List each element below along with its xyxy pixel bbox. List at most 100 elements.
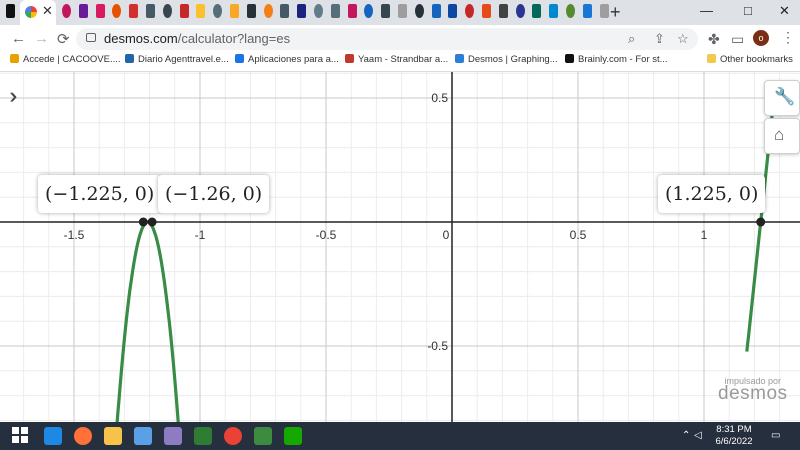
close-window-button[interactable]: ✕ xyxy=(779,3,790,19)
taskbar-app-icon[interactable] xyxy=(44,427,62,445)
reload-icon[interactable]: ⟳ xyxy=(57,30,70,48)
bookmark-item[interactable]: Aplicaciones para a... xyxy=(235,54,339,65)
tab-favicon-icon[interactable] xyxy=(162,4,172,18)
share-icon[interactable]: ⇪ xyxy=(654,31,665,47)
profile-avatar[interactable]: o xyxy=(753,30,769,46)
bookmark-item[interactable]: Desmos | Graphing... xyxy=(455,54,558,65)
graph-canvas[interactable]: -1.5-1-0.500.510.5-0.5 ›› 🔧 ⌂ (−1.225, 0… xyxy=(0,72,800,422)
tab-favicon-icon[interactable] xyxy=(62,4,71,18)
tab-favicon-icon[interactable] xyxy=(515,4,525,18)
tab-favicon-icon[interactable] xyxy=(297,4,307,18)
tab-favicon-icon[interactable] xyxy=(129,4,139,18)
tab-favicon-icon[interactable] xyxy=(414,4,424,18)
taskbar-app-icon[interactable] xyxy=(104,427,122,445)
x-tick-label: -1.5 xyxy=(64,228,85,242)
taskbar-app-icon[interactable] xyxy=(134,427,152,445)
tab-favicon-icon[interactable] xyxy=(347,4,357,18)
taskbar-clock[interactable]: 8:31 PM 6/6/2022 xyxy=(706,424,762,448)
tab-desmos-active[interactable]: ✕ xyxy=(20,0,56,25)
zoom-search-icon[interactable]: ⌕ xyxy=(628,31,635,47)
x-tick-label: 0.5 xyxy=(570,228,587,242)
tab-favicon-icon[interactable] xyxy=(246,4,256,18)
chrome-menu-icon[interactable]: ⋮ xyxy=(781,29,795,46)
tab-favicon-icon[interactable] xyxy=(213,4,223,18)
tray-chevron-icon[interactable]: ⌃ xyxy=(682,430,690,441)
tab-favicon-icon[interactable] xyxy=(398,4,407,18)
tab-favicon-icon[interactable] xyxy=(482,4,491,18)
y-tick-label: 0.5 xyxy=(431,91,448,105)
minimize-button[interactable]: — xyxy=(700,3,713,18)
taskbar-app-icon[interactable] xyxy=(284,427,302,445)
x-tick-label: -1 xyxy=(195,228,206,242)
tab-favicon-icon[interactable] xyxy=(146,4,155,18)
default-viewport-button[interactable]: ⌂ xyxy=(764,118,800,154)
tab-favicon-icon[interactable] xyxy=(78,4,88,18)
bookmark-favicon-icon xyxy=(235,54,244,63)
tab-favicon-icon[interactable] xyxy=(431,4,441,18)
new-tab-button[interactable]: + xyxy=(610,2,621,23)
tab-favicon-icon[interactable] xyxy=(179,4,189,18)
extensions-puzzle-icon[interactable]: ✤ xyxy=(708,31,720,48)
point-label[interactable]: (1.225, 0) xyxy=(658,175,766,213)
tab-favicon-icon[interactable] xyxy=(465,4,475,18)
tab-favicon-icon[interactable] xyxy=(582,4,592,18)
tab-favicon-icon[interactable] xyxy=(498,4,508,18)
graph-paper[interactable]: -1.5 -1 -0.5 0 0.5 1 0.5 -0.5 xyxy=(0,72,800,422)
browser-toolbar: ← → ⟳ desmos.com/calculator?lang=es ⌕ ⇪ … xyxy=(0,25,800,53)
address-bar[interactable]: desmos.com/calculator?lang=es ⌕ ⇪ ☆ xyxy=(76,28,698,50)
point-label[interactable]: (−1.225, 0) xyxy=(38,175,162,213)
tab-favicon-icon[interactable] xyxy=(599,4,609,18)
url-text[interactable]: desmos.com/calculator?lang=es xyxy=(104,31,290,46)
tab-pinned-favicon[interactable] xyxy=(6,4,15,18)
windows-taskbar: ⌃ ◁ 8:31 PM 6/6/2022 ▭ xyxy=(0,422,800,450)
taskbar-app-icon[interactable] xyxy=(164,427,182,445)
taskbar-app-icon[interactable] xyxy=(194,427,212,445)
tab-favicon-icon[interactable] xyxy=(314,4,323,18)
point-marker xyxy=(147,217,157,227)
y-tick-label: -0.5 xyxy=(427,339,448,353)
tab-favicon-icon[interactable] xyxy=(95,4,105,18)
graph-settings-button[interactable]: 🔧 xyxy=(764,80,800,116)
tab-favicon-icon[interactable] xyxy=(280,4,290,18)
point-marker xyxy=(756,217,766,227)
tab-favicon-icon[interactable] xyxy=(381,4,391,18)
home-icon: ⌂ xyxy=(774,125,785,144)
x-tick-label: -0.5 xyxy=(316,228,337,242)
tab-favicon-icon[interactable] xyxy=(549,4,559,18)
point-marker xyxy=(138,217,148,227)
bookmark-item[interactable]: Brainly.com - For st... xyxy=(565,54,668,65)
bookmark-star-icon[interactable]: ☆ xyxy=(677,31,689,47)
close-tab-icon[interactable]: ✕ xyxy=(42,3,53,19)
google-favicon-icon xyxy=(25,6,37,18)
other-bookmarks[interactable]: Other bookmarks xyxy=(707,54,793,65)
tab-favicon-icon[interactable] xyxy=(230,4,239,18)
notifications-icon[interactable]: ▭ xyxy=(771,430,780,441)
taskbar-app-icon[interactable] xyxy=(224,427,242,445)
tab-favicon-icon[interactable] xyxy=(330,4,340,18)
x-tick-label: 1 xyxy=(701,228,708,242)
forward-arrow-icon[interactable]: → xyxy=(34,30,49,47)
taskbar-app-icon[interactable] xyxy=(74,427,92,445)
side-panel-icon[interactable]: ▭ xyxy=(731,31,744,48)
tab-favicon-icon[interactable] xyxy=(196,4,206,18)
tab-favicon-icon[interactable] xyxy=(566,4,575,18)
taskbar-app-icon[interactable] xyxy=(254,427,272,445)
tab-favicon-icon[interactable] xyxy=(448,4,458,18)
lock-icon xyxy=(86,33,96,42)
tab-favicon-icon[interactable] xyxy=(532,4,542,18)
tab-favicon-icon[interactable] xyxy=(263,4,273,18)
bookmark-favicon-icon xyxy=(345,54,354,63)
back-arrow-icon[interactable]: ← xyxy=(11,30,26,47)
folder-icon xyxy=(707,54,716,63)
tab-strip: ✕ + — □ ✕ xyxy=(0,0,800,25)
volume-icon[interactable]: ◁ xyxy=(694,430,702,441)
bookmarks-bar: Accede | CACOOVE.... Diario Agenttravel.… xyxy=(0,53,800,72)
tab-favicon-icon[interactable] xyxy=(112,4,122,18)
tab-favicon-icon[interactable] xyxy=(364,4,374,18)
point-label[interactable]: (−1.26, 0) xyxy=(158,175,270,213)
maximize-button[interactable]: □ xyxy=(744,3,752,18)
windows-start-icon[interactable] xyxy=(12,427,30,445)
bookmark-item[interactable]: Yaam - Strandbar a... xyxy=(345,54,448,65)
bookmark-item[interactable]: Diario Agenttravel.e... xyxy=(125,54,229,65)
bookmark-item[interactable]: Accede | CACOOVE.... xyxy=(10,54,121,65)
